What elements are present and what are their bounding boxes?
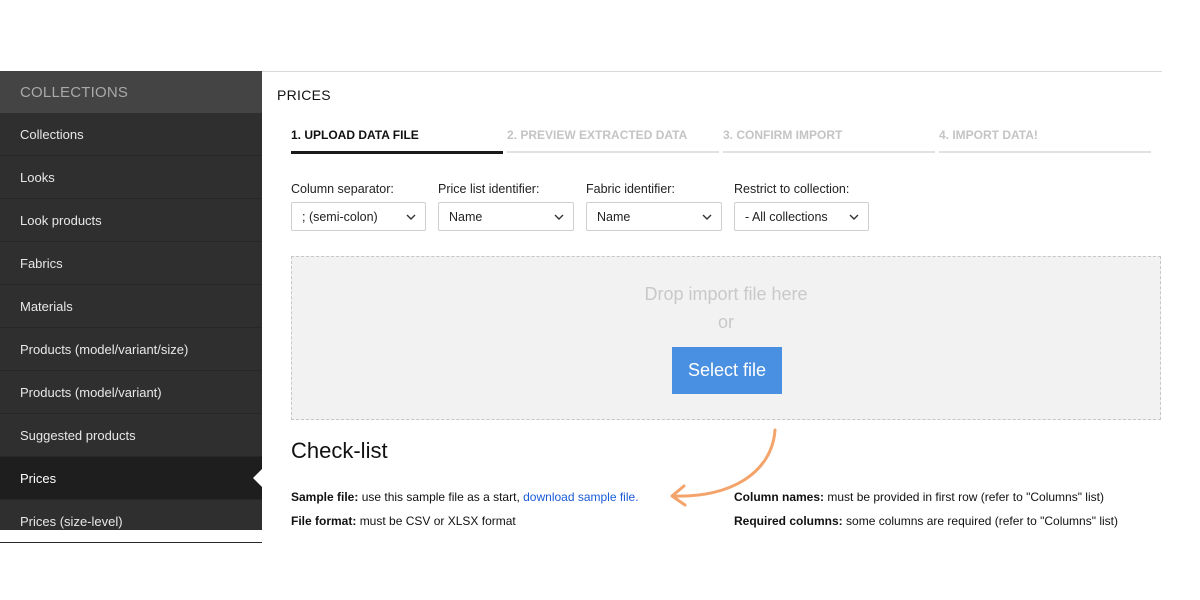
- chevron-down-icon: [702, 214, 712, 220]
- checklist-text: must be provided in first row (refer to …: [827, 490, 1104, 504]
- dropzone-text: Drop import file here: [644, 284, 808, 304]
- restrict-collection-select[interactable]: - All collections: [734, 202, 869, 231]
- filter-label: Fabric identifier:: [586, 182, 675, 196]
- fabric-identifier-filter: Fabric identifier: Name: [586, 182, 722, 231]
- restrict-collection-filter: Restrict to collection: - All collection…: [734, 182, 869, 231]
- sidebar-item-looks[interactable]: Looks: [0, 156, 262, 199]
- filter-label: Column separator:: [291, 182, 394, 196]
- step-label: 4. IMPORT DATA!: [939, 128, 1038, 142]
- step-indicator: [291, 151, 503, 154]
- dropzone-or-text: or: [717, 312, 734, 332]
- sidebar-item-label: Look products: [20, 212, 102, 228]
- sidebar-item-collections[interactable]: Collections: [0, 113, 262, 156]
- checklist-label: Sample file:: [291, 490, 359, 504]
- sidebar-item-prices-size-level[interactable]: Prices (size-level): [0, 500, 262, 543]
- select-file-button[interactable]: Select file: [672, 347, 782, 394]
- step-indicator: [723, 151, 935, 153]
- wizard-steps: 1. UPLOAD DATA FILE 2. PREVIEW EXTRACTED…: [291, 128, 1155, 154]
- price-list-identifier-select[interactable]: Name: [438, 202, 574, 231]
- column-separator-select[interactable]: ; (semi-colon): [291, 202, 426, 231]
- step-indicator: [939, 151, 1151, 153]
- checklist-sample-file: Sample file: use this sample file as a s…: [291, 490, 639, 504]
- checklist-label: File format:: [291, 514, 357, 528]
- chevron-down-icon: [554, 214, 564, 220]
- sidebar-item-products-model-variant[interactable]: Products (model/variant): [0, 371, 262, 414]
- sidebar-item-fabrics[interactable]: Fabrics: [0, 242, 262, 285]
- sidebar-header: COLLECTIONS: [0, 71, 262, 113]
- checklist-file-format: File format: must be CSV or XLSX format: [291, 514, 516, 528]
- sidebar-item-materials[interactable]: Materials: [0, 285, 262, 328]
- checklist-text: use this sample file as a start,: [361, 490, 520, 504]
- annotation-arrow-icon: [670, 428, 777, 507]
- checklist-text: must be CSV or XLSX format: [359, 514, 516, 528]
- sidebar-item-label: Fabrics: [20, 255, 63, 271]
- select-value: - All collections: [745, 209, 828, 224]
- fabric-identifier-select[interactable]: Name: [586, 202, 722, 231]
- sidebar-item-label: Looks: [20, 169, 55, 185]
- checklist-text: some columns are required (refer to "Col…: [846, 514, 1118, 528]
- sidebar: COLLECTIONS Collections Looks Look produ…: [0, 71, 262, 543]
- sidebar-item-label: Prices: [20, 470, 57, 486]
- sidebar-item-label: Suggested products: [20, 427, 136, 443]
- step-label: 1. UPLOAD DATA FILE: [291, 128, 419, 142]
- file-dropzone[interactable]: Drop import file here or Select file: [291, 256, 1161, 420]
- select-value: Name: [597, 209, 631, 224]
- sidebar-item-label: Products (model/variant): [20, 384, 162, 400]
- step-import-data[interactable]: 4. IMPORT DATA!: [939, 128, 1155, 154]
- checklist-required-columns: Required columns: some columns are requi…: [734, 514, 1118, 528]
- checklist-title: Check-list: [291, 438, 388, 463]
- filter-label: Restrict to collection:: [734, 182, 850, 196]
- step-label: 3. CONFIRM IMPORT: [723, 128, 843, 142]
- step-upload-data-file[interactable]: 1. UPLOAD DATA FILE: [291, 128, 507, 154]
- chevron-down-icon: [849, 214, 859, 220]
- sidebar-item-label: Prices (size-level): [20, 513, 123, 529]
- checklist-label: Required columns:: [734, 514, 843, 528]
- price-list-identifier-filter: Price list identifier: Name: [438, 182, 574, 231]
- sidebar-item-label: Collections: [20, 126, 84, 142]
- page-title: PRICES: [277, 87, 331, 103]
- step-preview-extracted-data[interactable]: 2. PREVIEW EXTRACTED DATA: [507, 128, 723, 154]
- sidebar-item-label: Products (model/variant/size): [20, 341, 189, 357]
- chevron-down-icon: [406, 214, 416, 220]
- download-sample-link[interactable]: download sample file.: [523, 490, 638, 504]
- sidebar-item-prices[interactable]: Prices: [0, 457, 262, 500]
- step-indicator: [507, 151, 719, 153]
- import-options: Column separator: ; (semi-colon) Price l…: [291, 182, 881, 231]
- select-value: ; (semi-colon): [302, 209, 378, 224]
- column-separator-filter: Column separator: ; (semi-colon): [291, 182, 426, 231]
- sidebar-item-suggested-products[interactable]: Suggested products: [0, 414, 262, 457]
- step-label: 2. PREVIEW EXTRACTED DATA: [507, 128, 688, 142]
- select-value: Name: [449, 209, 483, 224]
- sidebar-item-products-model-variant-size[interactable]: Products (model/variant/size): [0, 328, 262, 371]
- checklist-column-names: Column names: must be provided in first …: [734, 490, 1104, 504]
- sidebar-item-look-products[interactable]: Look products: [0, 199, 262, 242]
- filter-label: Price list identifier:: [438, 182, 540, 196]
- top-divider: [262, 71, 1162, 72]
- step-confirm-import[interactable]: 3. CONFIRM IMPORT: [723, 128, 939, 154]
- sidebar-item-label: Materials: [20, 298, 73, 314]
